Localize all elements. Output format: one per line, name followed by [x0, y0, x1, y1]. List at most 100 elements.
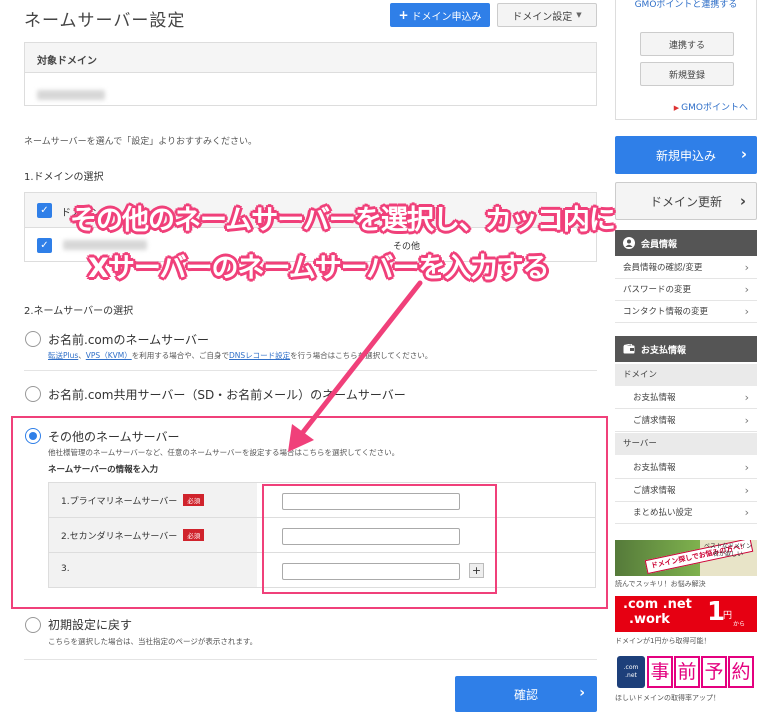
ns-label-text: 2.セカンダリネームサーバー: [61, 532, 178, 542]
user-icon: [623, 237, 635, 249]
banner-char: 予: [701, 656, 727, 688]
chevron-right-icon: ›: [744, 305, 749, 318]
sidebar-item-domain-payment[interactable]: お支払情報 ›: [615, 387, 757, 409]
divider: [24, 659, 597, 660]
domain-renew-label: ドメイン更新: [649, 194, 722, 209]
domain-apply-button[interactable]: + ドメイン申込み: [390, 3, 490, 27]
description-text: を利用する場合や、ご自身で: [131, 351, 229, 360]
new-apply-label: 新規申込み: [655, 148, 716, 163]
banner-caption: 読んでスッキリ！お悩み解決: [615, 580, 706, 588]
radio-reset-default[interactable]: [25, 617, 41, 633]
chevron-right-icon: ›: [744, 261, 749, 274]
radio-shared-server-ns[interactable]: [25, 386, 41, 402]
vps-link[interactable]: VPS（KVM）: [86, 351, 132, 360]
confirm-button[interactable]: 確認 ›: [455, 676, 597, 712]
annotation-line-2: Xサーバーのネームサーバーを入力する: [88, 253, 549, 284]
description-text: を行う場合はこちらを選択してください。: [290, 351, 433, 360]
chevron-right-icon: ›: [744, 414, 749, 427]
chevron-right-icon: ›: [744, 461, 749, 474]
ns-label: 1.プライマリネームサーバー 必須: [49, 483, 257, 517]
gmo-register-button[interactable]: 新規登録: [640, 62, 734, 86]
ns-info-heading: ネームサーバーの情報を入力: [48, 465, 159, 475]
ns-label-text: 3.: [61, 564, 70, 574]
chevron-right-icon: ›: [744, 391, 749, 404]
radio-other-ns[interactable]: [25, 428, 41, 444]
intro-text: ネームサーバーを選んで「設定」よりおすすみください。: [24, 137, 258, 147]
sidebar-item-contact[interactable]: コンタクト情報の変更 ›: [615, 301, 757, 323]
gmo-point-link[interactable]: ▶ GMOポイントへ: [674, 100, 748, 113]
sidebar-item-domain-billing[interactable]: ご請求情報 ›: [615, 410, 757, 432]
option-title: お名前.comのネームサーバー: [48, 333, 209, 347]
option-title: 初期設定に戻す: [48, 618, 133, 632]
banner-tld-text: .work: [629, 612, 670, 627]
confirm-label: 確認: [513, 687, 538, 702]
pre-reservation-banner[interactable]: .com .net 事 前 予 約: [615, 654, 757, 690]
gmo-point-panel: GMOポイントと連携する 連携する 新規登録 ▶ GMOポイントへ: [615, 0, 757, 120]
sidebar-item-label: まとめ払い設定: [633, 508, 693, 518]
chevron-right-icon: ›: [744, 283, 749, 296]
sidebar-item-label: コンタクト情報の変更: [623, 307, 709, 317]
highlight-inputs-box: [262, 484, 497, 594]
sidebar-item-label: ご請求情報: [633, 416, 676, 426]
domain-settings-label: ドメイン設定: [512, 11, 573, 23]
target-domain-heading: 対象ドメイン: [25, 43, 596, 73]
sidebar-item-label: ご請求情報: [633, 486, 676, 496]
sidebar-item-label: パスワードの変更: [623, 285, 692, 295]
option-title: その他のネームサーバー: [48, 430, 180, 444]
ns-select-heading: 2.ネームサーバーの選択: [24, 306, 134, 317]
banner-side-text: ベストなドメイン名が欲しい: [703, 543, 753, 558]
sidebar-category-server: サーバー: [615, 433, 757, 455]
annotation-line-1: その他のネームサーバーを選択し、カッコ内に: [70, 205, 616, 236]
sidebar-item-password[interactable]: パスワードの変更 ›: [615, 279, 757, 301]
option-description: 転送Plus、VPS（KVM）を利用する場合や、ご自身でDNSレコード設定を行う…: [48, 350, 432, 361]
dns-record-link[interactable]: DNSレコード設定: [229, 351, 290, 360]
payment-info-heading: お支払情報: [615, 336, 757, 362]
banner-tld-text: .com .net: [623, 597, 692, 612]
tensou-plus-link[interactable]: 転送Plus: [48, 351, 78, 360]
banner-caption: ほしいドメインの取得率アップ！: [615, 694, 720, 702]
sidebar-item-member-info[interactable]: 会員情報の確認/変更 ›: [615, 257, 757, 279]
member-info-label: 会員情報: [641, 239, 678, 250]
triangle-right-icon: ▶: [673, 104, 680, 112]
select-all-checkbox[interactable]: ✓: [37, 203, 52, 218]
banner-yen: 円: [723, 611, 733, 621]
caret-down-icon: ▼: [576, 11, 582, 19]
chevron-right-icon: ›: [744, 484, 749, 497]
separator: 、: [78, 351, 86, 360]
required-badge: 必須: [183, 529, 205, 541]
chevron-right-icon: ›: [739, 192, 746, 210]
new-apply-button[interactable]: 新規申込み ›: [615, 136, 757, 174]
chevron-right-icon: ›: [744, 506, 749, 519]
ns-label: 3.: [49, 553, 257, 587]
divider: [24, 370, 597, 371]
banner-char: 事: [647, 656, 673, 688]
page-title: ネームサーバー設定: [24, 11, 186, 31]
ns-label-text: 1.プライマリネームサーバー: [61, 497, 178, 507]
ns-label: 2.セカンダリネームサーバー 必須: [49, 518, 257, 552]
gmo-link-button[interactable]: 連携する: [640, 32, 734, 56]
redacted-domain: [37, 90, 105, 100]
banner-title: 事 前 予 約: [647, 656, 754, 688]
sidebar-item-label: お支払情報: [633, 393, 676, 403]
sidebar-item-server-billing[interactable]: ご請求情報 ›: [615, 480, 757, 502]
com-net-logo: .com .net: [617, 656, 645, 688]
sidebar-category-domain: ドメイン: [615, 364, 757, 386]
domain-apply-label: ドメイン申込み: [411, 11, 482, 23]
sidebar-item-server-payment[interactable]: お支払情報 ›: [615, 457, 757, 479]
domain-renew-button[interactable]: ドメイン更新 ›: [615, 182, 757, 220]
sidebar-item-label: お支払情報: [633, 463, 676, 473]
gmo-point-link-label: GMOポイントへ: [681, 103, 748, 113]
domain-column-banner[interactable]: ドメイン探しでお悩みの方へ！ ベストなドメイン名が欲しい: [615, 540, 757, 576]
domain-select-heading: 1.ドメインの選択: [24, 172, 104, 183]
payment-info-label: お支払情報: [641, 345, 687, 356]
radio-onamae-ns[interactable]: [25, 331, 41, 347]
banner-caption: ドメインが1円から取得可能！: [615, 637, 711, 645]
option-title: お名前.com共用サーバー（SD・お名前メール）のネームサーバー: [48, 388, 406, 402]
sidebar-item-bulk-payment[interactable]: まとめ払い設定 ›: [615, 502, 757, 524]
domain-settings-dropdown[interactable]: ドメイン設定 ▼: [497, 3, 597, 27]
one-yen-domain-banner[interactable]: .com .net .work 1 円 から: [615, 596, 757, 632]
gmo-point-title: GMOポイントと連携する: [634, 0, 738, 10]
domain-checkbox[interactable]: ✓: [37, 238, 52, 253]
chevron-right-icon: ›: [740, 145, 747, 163]
sidebar-item-label: 会員情報の確認/変更: [623, 263, 703, 273]
